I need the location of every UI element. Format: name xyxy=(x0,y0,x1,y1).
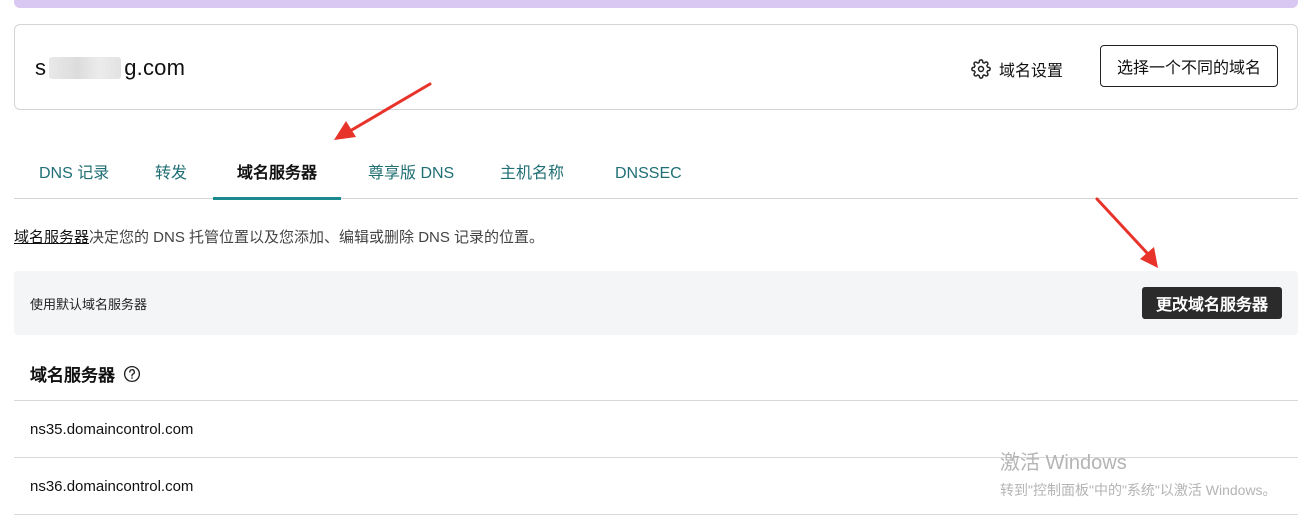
nameserver-row: ns35.domaincontrol.com xyxy=(30,421,194,438)
default-nameserver-bar: 使用默认域名服务器 更改域名服务器 xyxy=(14,271,1298,335)
default-nameserver-text: 使用默认域名服务器 xyxy=(30,297,148,312)
tab-forwarding[interactable]: 转发 xyxy=(155,152,187,199)
change-nameservers-button[interactable]: 更改域名服务器 xyxy=(1142,287,1282,319)
description-text: 决定您的 DNS 托管位置以及您添加、编辑或删除 DNS 记录的位置。 xyxy=(89,229,545,246)
annotation-arrow xyxy=(1095,197,1158,268)
tab-dns-records[interactable]: DNS 记录 xyxy=(39,152,109,199)
watermark-title: 激活 Windows xyxy=(1000,452,1127,474)
divider xyxy=(14,400,1298,401)
domain-settings-link[interactable]: 域名设置 xyxy=(971,57,1063,81)
nameservers-heading: 域名服务器 xyxy=(30,366,115,385)
divider xyxy=(14,514,1298,515)
help-circle-icon[interactable] xyxy=(123,365,141,383)
windows-activation-watermark: 激活 Windows 转到"控制面板"中的"系统"以激活 Windows。 xyxy=(1000,446,1277,500)
tab-hostnames[interactable]: 主机名称 xyxy=(500,152,564,199)
tab-premium-dns[interactable]: 尊享版 DNS xyxy=(368,152,454,199)
domain-settings-label: 域名设置 xyxy=(999,63,1064,80)
gear-icon xyxy=(971,59,991,79)
nameservers-section-header: 域名服务器 xyxy=(30,361,141,386)
domain-name-suffix: g.com xyxy=(124,55,186,80)
domain-header-card: s g.com 域名设置 选择一个不同的域名 xyxy=(14,24,1298,110)
tab-dnssec[interactable]: DNSSEC xyxy=(615,152,682,199)
nameservers-help-link[interactable]: 域名服务器 xyxy=(14,229,89,246)
redacted-blur xyxy=(49,57,122,79)
choose-different-domain-button[interactable]: 选择一个不同的域名 xyxy=(1100,45,1278,87)
watermark-subtitle: 转到"控制面板"中的"系统"以激活 Windows。 xyxy=(1000,482,1277,498)
domain-name-prefix: s xyxy=(35,55,47,80)
tab-bar: DNS 记录 转发 域名服务器 尊享版 DNS 主机名称 DNSSEC xyxy=(14,152,1298,200)
domain-name: s g.com xyxy=(35,55,185,81)
nameservers-description: 域名服务器决定您的 DNS 托管位置以及您添加、编辑或删除 DNS 记录的位置。 xyxy=(14,226,544,247)
tab-nameservers[interactable]: 域名服务器 xyxy=(212,152,342,200)
nameserver-row: ns36.domaincontrol.com xyxy=(30,478,194,495)
top-banner-strip xyxy=(14,0,1298,8)
